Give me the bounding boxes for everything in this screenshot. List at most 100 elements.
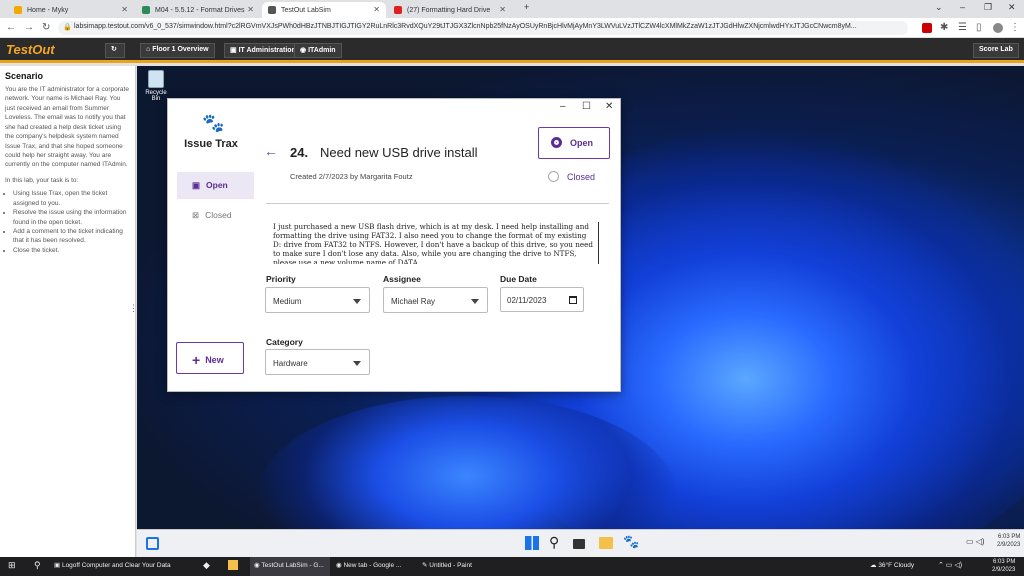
new-tab-icon[interactable]: + <box>524 2 529 12</box>
maximize-icon[interactable]: ☐ <box>582 101 591 112</box>
logoff-icon: ▣ <box>54 562 62 569</box>
scenario-task-list: Using Issue Trax, open the ticket assign… <box>5 189 130 255</box>
floor-overview-button[interactable]: ⌂ Floor 1 Overview <box>140 43 215 58</box>
itadmin-button[interactable]: ◉ ITAdmin <box>294 43 342 58</box>
weather-widget[interactable]: ☁ 36°F Cloudy <box>870 561 914 569</box>
address-bar[interactable]: 🔒 labsimapp.testout.com/v6_0_537/simwind… <box>58 21 908 35</box>
back-arrow-icon[interactable]: ← <box>264 143 278 159</box>
browser-tab-label: Home - Myky <box>27 6 69 14</box>
extensions-icon[interactable]: ✱ <box>940 22 948 33</box>
due-date-label: Due Date <box>500 274 537 284</box>
recycle-bin[interactable]: Recycle Bin <box>142 70 170 102</box>
status-closed-radio[interactable]: Closed <box>548 171 595 182</box>
scenario-title: Scenario <box>5 71 44 81</box>
browser-tab[interactable]: (27) Formatting Hard Drive ✕ <box>388 2 512 18</box>
refresh-lab-icon[interactable]: ↻ <box>105 43 125 58</box>
taskview-icon[interactable] <box>573 539 585 549</box>
radio-unselected-icon <box>548 171 559 182</box>
category-select[interactable]: Hardware <box>265 349 370 375</box>
scenario-panel: Scenario You are the IT administrator fo… <box>0 66 138 557</box>
close-window-icon[interactable]: ✕ <box>1008 2 1016 13</box>
ticket-description[interactable]: I just purchased a new USB flash drive, … <box>273 222 599 264</box>
browser-tab[interactable]: M04 - 5.5.12 - Format Drives ✕ <box>136 2 260 18</box>
issue-trax-sidebar: 🐾 Issue Trax ▣ Open ⊠ Closed + New <box>168 99 262 391</box>
youtube-favicon-icon <box>394 6 402 14</box>
task-item: Add a comment to the ticket indicating t… <box>13 227 130 246</box>
computer-icon: ▣ <box>230 47 239 54</box>
issue-trax-taskbar-icon[interactable]: 🐾 <box>623 534 639 550</box>
app-title: Issue Trax <box>184 138 238 150</box>
ticket-number: 24. <box>290 145 309 160</box>
file-explorer-icon[interactable] <box>228 560 238 570</box>
taskbar-item-newtab[interactable]: ◉ New tab - Google ... <box>336 561 401 569</box>
close-tab-icon[interactable]: ✕ <box>247 5 254 14</box>
assignee-select[interactable]: Michael Ray <box>383 287 488 313</box>
task-item: Resolve the issue using the information … <box>13 208 130 227</box>
close-tab-icon[interactable]: ✕ <box>373 5 380 14</box>
chevron-down-icon <box>353 361 361 366</box>
it-administration-button[interactable]: ▣ IT Administration <box>224 43 302 58</box>
calendar-icon[interactable] <box>569 296 577 304</box>
logoff-button[interactable]: ▣ Logoff Computer and Clear Your Data <box>54 561 171 569</box>
minimize-icon[interactable]: – <box>560 101 566 112</box>
score-lab-button[interactable]: Score Lab <box>973 43 1019 58</box>
close-icon[interactable]: ✕ <box>605 101 613 112</box>
priority-label: Priority <box>266 274 296 284</box>
browser-tab[interactable]: Home - Myky ✕ <box>8 2 134 18</box>
network-icon[interactable]: ▭ ◁) <box>966 537 985 546</box>
system-tray-icons[interactable]: ⌃ ▭ ◁) <box>938 561 962 569</box>
file-explorer-icon[interactable] <box>599 537 613 549</box>
inbox-icon: ▣ <box>192 180 201 190</box>
divider <box>266 203 609 204</box>
due-date-value: 02/11/2023 <box>507 296 547 305</box>
new-ticket-button[interactable]: + New <box>176 342 244 374</box>
windows-start-icon[interactable]: ⊞ <box>8 560 16 571</box>
taskbar-item-labsim[interactable]: ◉ TestOut LabSim - G... <box>250 557 330 576</box>
close-tab-icon[interactable]: ✕ <box>499 5 506 14</box>
due-date-input[interactable]: 02/11/2023 <box>500 287 584 312</box>
closed-tickets-icon: ⊠ <box>192 210 200 220</box>
profile-avatar[interactable] <box>993 23 1003 33</box>
assignee-value: Michael Ray <box>391 297 436 306</box>
search-icon[interactable]: ⚲ <box>34 560 41 571</box>
forward-arrow-icon[interactable]: → <box>24 22 34 33</box>
paw-logo-icon: 🐾 <box>202 113 225 133</box>
minimize-icon[interactable]: – <box>960 2 965 12</box>
status-open-radio[interactable]: Open <box>538 127 610 159</box>
radio-selected-icon <box>551 137 562 148</box>
close-tab-icon[interactable]: ✕ <box>121 5 128 14</box>
sidebar-icon[interactable]: ▯ <box>976 22 982 33</box>
taskbar-item-paint[interactable]: ✎ Untitled - Paint <box>422 561 472 569</box>
scenario-intro: You are the IT administrator for a corpo… <box>5 86 129 169</box>
reading-list-icon[interactable]: ☰ <box>958 22 967 33</box>
host-clock[interactable]: 6:03 PM 2/9/2023 <box>992 558 1015 575</box>
priority-select[interactable]: Medium <box>265 287 370 313</box>
status-closed-label: Closed <box>567 172 596 182</box>
task-view-icon[interactable] <box>146 537 159 550</box>
browser-tab-active[interactable]: TestOut LabSim ✕ <box>262 2 386 18</box>
browser-tab-label: (27) Formatting Hard Drive <box>407 6 491 14</box>
category-label: Category <box>266 337 303 347</box>
scenario-task-lead: In this lab, your task is to: <box>5 176 79 184</box>
browser-tab-strip: Home - Myky ✕ M04 - 5.5.12 - Format Driv… <box>0 0 1024 18</box>
issue-trax-window: – ☐ ✕ 🐾 Issue Trax ▣ Open ⊠ Closed + New ← … <box>167 98 621 392</box>
taskbar-app-icon[interactable]: ◆ <box>203 560 210 571</box>
vm-clock[interactable]: 6:03 PM 2/9/2023 <box>997 533 1020 550</box>
site-favicon-icon <box>142 6 150 14</box>
reload-icon[interactable]: ↻ <box>42 22 50 33</box>
site-favicon-icon <box>14 6 22 14</box>
nav-closed[interactable]: ⊠ Closed <box>177 202 254 229</box>
start-icon[interactable] <box>525 536 539 550</box>
host-taskbar: ⊞ ⚲ ▣ Logoff Computer and Clear Your Dat… <box>0 557 1024 576</box>
browser-menu-icon[interactable]: ⋮ <box>1010 22 1020 33</box>
search-icon[interactable]: ⚲ <box>549 534 559 551</box>
pdf-extension-icon[interactable] <box>922 23 932 33</box>
chevron-down-icon <box>353 299 361 304</box>
site-favicon-icon <box>268 6 276 14</box>
recycle-bin-label: Recycle Bin <box>145 90 167 102</box>
nav-open[interactable]: ▣ Open <box>177 172 254 199</box>
restore-icon[interactable]: ❐ <box>984 2 992 13</box>
nav-open-label: Open <box>206 180 228 190</box>
chevron-down-icon[interactable]: ⌄ <box>935 2 943 13</box>
back-arrow-icon[interactable]: ← <box>6 22 16 33</box>
